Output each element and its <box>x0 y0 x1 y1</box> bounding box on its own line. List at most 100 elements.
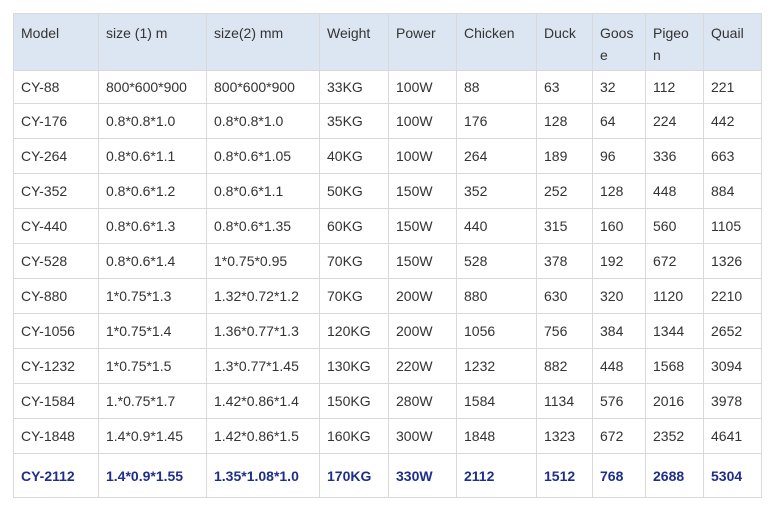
table-cell: CY-1584 <box>13 383 99 419</box>
table-cell: 2652 <box>703 313 762 349</box>
table-cell: CY-880 <box>13 278 99 314</box>
table-cell: 1344 <box>645 313 704 349</box>
table-cell: 663 <box>703 138 762 174</box>
table-cell: CY-2112 <box>13 453 99 498</box>
table-cell: 4641 <box>703 418 762 454</box>
table-cell: 33KG <box>319 70 389 104</box>
table-cell: 1.3*0.77*1.45 <box>206 348 320 384</box>
table-cell: 224 <box>645 103 704 139</box>
table-cell: 0.8*0.6*1.05 <box>206 138 320 174</box>
table-cell: 221 <box>703 70 762 104</box>
table-cell: 64 <box>592 103 646 139</box>
table-cell: CY-440 <box>13 208 99 244</box>
table-cell: 1848 <box>456 418 537 454</box>
table-cell: 60KG <box>319 208 389 244</box>
table-cell: 384 <box>592 313 646 349</box>
table-cell: 768 <box>592 453 646 498</box>
table-cell: 1.4*0.9*1.55 <box>98 453 207 498</box>
table-row: CY-352 0.8*0.6*1.2 0.8*0.6*1.1 50KG 150W 352 2… <box>13 173 762 209</box>
table-cell: 378 <box>536 243 593 279</box>
table-cell: 1120 <box>645 278 704 314</box>
table-cell: 0.8*0.6*1.1 <box>206 173 320 209</box>
table-cell: CY-264 <box>13 138 99 174</box>
table-cell: 1*0.75*1.5 <box>98 348 207 384</box>
table-cell: 1056 <box>456 313 537 349</box>
table-cell: 630 <box>536 278 593 314</box>
table-cell: 100W <box>388 70 457 104</box>
table-cell: 120KG <box>319 313 389 349</box>
column-header: Model <box>13 13 99 71</box>
table-cell: 70KG <box>319 278 389 314</box>
table-cell: 0.8*0.6*1.35 <box>206 208 320 244</box>
table-cell: 3094 <box>703 348 762 384</box>
table-cell: 128 <box>536 103 593 139</box>
table-cell: 200W <box>388 313 457 349</box>
table-cell: CY-1232 <box>13 348 99 384</box>
table-row: CY-264 0.8*0.6*1.1 0.8*0.6*1.05 40KG 100W 264… <box>13 138 762 174</box>
table-row: CY-2112 1.4*0.9*1.55 1.35*1.08*1.0 170KG 330… <box>13 453 762 498</box>
table-cell: 576 <box>592 383 646 419</box>
table-cell: 330W <box>388 453 457 498</box>
table-header: Model size (1) m size(2) mm Weight Power Chic… <box>13 13 762 71</box>
table-cell: 442 <box>703 103 762 139</box>
table-cell: 1512 <box>536 453 593 498</box>
table-cell: 2210 <box>703 278 762 314</box>
table-cell: 1*0.75*1.3 <box>98 278 207 314</box>
table-cell: 0.8*0.6*1.3 <box>98 208 207 244</box>
table-cell: 88 <box>456 70 537 104</box>
table-row: CY-1584 1.*0.75*1.7 1.42*0.86*1.4 150KG 280W… <box>13 383 762 419</box>
table-cell: 100W <box>388 138 457 174</box>
table-row: CY-176 0.8*0.8*1.0 0.8*0.8*1.0 35KG 100W 176 1… <box>13 103 762 139</box>
table-row: CY-1232 1*0.75*1.5 1.3*0.77*1.45 130KG 220W 1… <box>13 348 762 384</box>
table-cell: 1134 <box>536 383 593 419</box>
table-cell: 40KG <box>319 138 389 174</box>
table-cell: 884 <box>703 173 762 209</box>
column-header: size(2) mm <box>206 13 320 71</box>
table-cell: 264 <box>456 138 537 174</box>
table-cell: 150W <box>388 243 457 279</box>
column-header: Pigeon <box>645 13 704 71</box>
table-cell: 128 <box>592 173 646 209</box>
table-cell: 5304 <box>703 453 762 498</box>
table-cell: 176 <box>456 103 537 139</box>
column-header: Chicken <box>456 13 537 71</box>
table-row: CY-88 800*600*900 800*600*900 33KG 100W 88 63 3… <box>13 70 762 104</box>
table-cell: 150KG <box>319 383 389 419</box>
table-cell: 170KG <box>319 453 389 498</box>
table-cell: 1.36*0.77*1.3 <box>206 313 320 349</box>
table-cell: 1.42*0.86*1.4 <box>206 383 320 419</box>
spec-table-container: Model size (1) m size(2) mm Weight Power Chic… <box>13 13 762 498</box>
table-cell: 352 <box>456 173 537 209</box>
table-cell: 320 <box>592 278 646 314</box>
table-cell: 882 <box>536 348 593 384</box>
table-cell: 160KG <box>319 418 389 454</box>
table-cell: 0.8*0.8*1.0 <box>98 103 207 139</box>
table-cell: 448 <box>592 348 646 384</box>
table-cell: 448 <box>645 173 704 209</box>
column-header: Power <box>388 13 457 71</box>
table-cell: 800*600*900 <box>206 70 320 104</box>
table-cell: 300W <box>388 418 457 454</box>
table-cell: 63 <box>536 70 593 104</box>
header-row: Model size (1) m size(2) mm Weight Power Chic… <box>13 13 762 71</box>
table-cell: 200W <box>388 278 457 314</box>
table-cell: 315 <box>536 208 593 244</box>
table-cell: CY-88 <box>13 70 99 104</box>
table-cell: 1323 <box>536 418 593 454</box>
table-cell: 112 <box>645 70 704 104</box>
table-cell: 0.8*0.8*1.0 <box>206 103 320 139</box>
column-header: Duck <box>536 13 593 71</box>
table-cell: 3978 <box>703 383 762 419</box>
table-cell: 0.8*0.6*1.1 <box>98 138 207 174</box>
table-cell: 280W <box>388 383 457 419</box>
table-row: CY-1848 1.4*0.9*1.45 1.42*0.86*1.5 160KG 300… <box>13 418 762 454</box>
table-cell: 35KG <box>319 103 389 139</box>
column-header: Quail <box>703 13 762 71</box>
table-cell: 528 <box>456 243 537 279</box>
table-cell: 2112 <box>456 453 537 498</box>
table-cell: 50KG <box>319 173 389 209</box>
table-cell: 440 <box>456 208 537 244</box>
table-cell: 1*0.75*0.95 <box>206 243 320 279</box>
table-cell: 1568 <box>645 348 704 384</box>
table-cell: 1326 <box>703 243 762 279</box>
